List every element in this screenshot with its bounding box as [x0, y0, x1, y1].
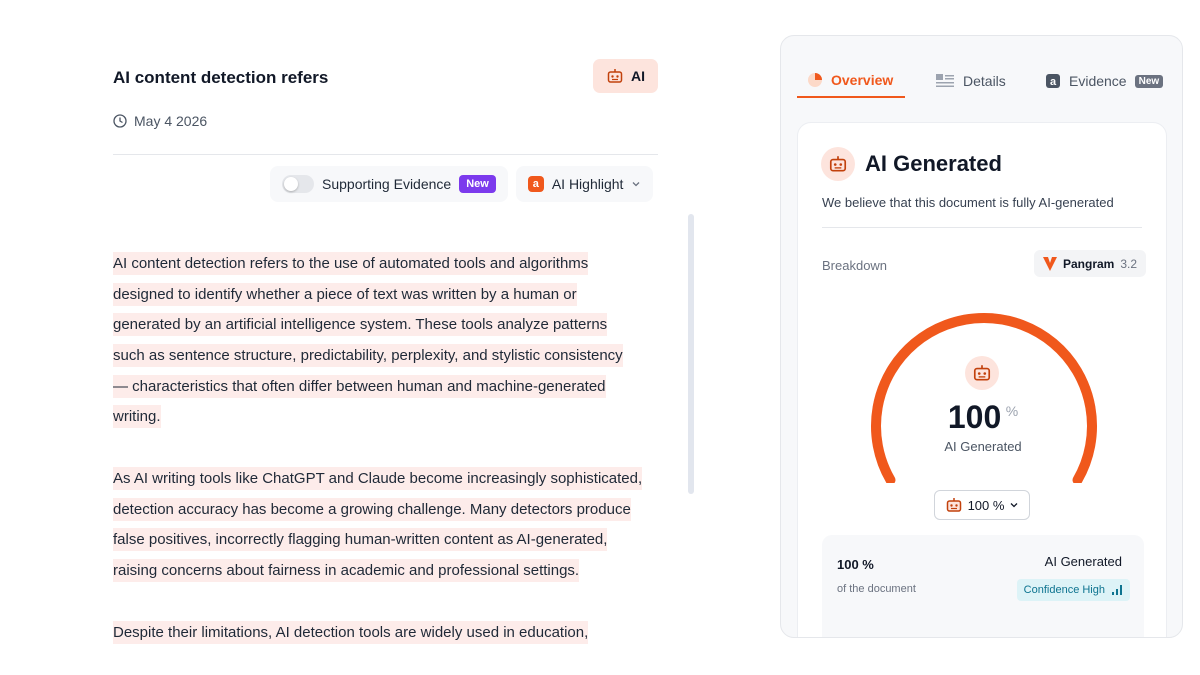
- document-pane: AI content detection refers AI May 4 202…: [113, 0, 694, 675]
- tab-overview[interactable]: Overview: [797, 64, 905, 98]
- header-divider: [113, 154, 658, 155]
- summary-percent: 100 %: [837, 557, 874, 572]
- result-header: AI Generated: [821, 147, 1002, 181]
- toggle-switch[interactable]: [282, 175, 314, 193]
- highlighted-line: Despite their limitations, AI detection …: [113, 620, 589, 644]
- signal-bars-icon: [1112, 585, 1122, 595]
- supporting-evidence-label: Supporting Evidence: [322, 176, 452, 192]
- summary-label: AI Generated: [1044, 554, 1122, 569]
- pangram-logo-icon: [1043, 256, 1057, 271]
- supporting-evidence-toggle[interactable]: Supporting Evidence New: [270, 166, 508, 202]
- robot-icon: [607, 69, 623, 83]
- gauge-value: 100 %: [798, 399, 1168, 436]
- gauge-unit: %: [1005, 403, 1019, 419]
- result-card: AI Generated We believe that this docume…: [797, 122, 1168, 637]
- ai-badge[interactable]: AI: [593, 59, 658, 93]
- robot-icon: [946, 498, 961, 512]
- highlighted-line: detection accuracy has become a growing …: [113, 497, 631, 521]
- model-badge: Pangram 3.2: [1034, 250, 1147, 277]
- summary-box: 100 % of the document AI Generated Confi…: [822, 535, 1144, 637]
- gauge-number: 100: [947, 399, 1002, 435]
- tab-overview-label: Overview: [831, 72, 894, 88]
- gauge-caption: AI Generated: [944, 439, 1022, 454]
- gauge-chart: [871, 313, 1097, 483]
- highlighted-line: generated by an artificial intelligence …: [113, 313, 608, 337]
- card-divider: [822, 227, 1142, 228]
- summary-percent-sub: of the document: [837, 583, 916, 595]
- robot-icon: [821, 147, 855, 181]
- date-text: May 4 2026: [134, 113, 208, 129]
- clock-icon: [113, 114, 127, 128]
- dropdown-value: 100 %: [967, 497, 1005, 513]
- ai-highlight-label: AI Highlight: [551, 176, 624, 192]
- highlighted-line: such as sentence structure, predictabili…: [113, 343, 623, 367]
- confidence-label: Confidence High: [1023, 584, 1105, 596]
- document-content: AI content detection refers to the use o…: [113, 248, 673, 675]
- paragraph: As AI writing tools like ChatGPT and Cla…: [113, 463, 673, 586]
- chevron-down-icon: [632, 182, 640, 187]
- tab-details-label: Details: [963, 73, 1006, 89]
- chevron-down-icon: [1010, 503, 1018, 508]
- document-title: AI content detection refers: [113, 68, 329, 87]
- tab-evidence-label: Evidence: [1069, 73, 1127, 89]
- gauge-robot-icon: [965, 356, 999, 390]
- highlighted-line: false positives, incorrectly flagging hu…: [113, 528, 608, 552]
- evidence-new-tag: New: [1134, 74, 1164, 88]
- highlighted-line: As AI writing tools like ChatGPT and Cla…: [113, 466, 643, 490]
- breakdown-label: Breakdown: [822, 258, 888, 273]
- highlighted-line: designed to identify whether a piece of …: [113, 282, 577, 306]
- highlighted-line: writing.: [113, 405, 161, 429]
- confidence-badge: Confidence High: [1016, 579, 1130, 601]
- details-icon: [936, 74, 954, 87]
- highlight-logo-icon: a: [527, 176, 544, 192]
- result-description: We believe that this document is fully A…: [822, 195, 1114, 210]
- ai-badge-label: AI: [631, 68, 645, 84]
- new-tag: New: [459, 175, 496, 193]
- evidence-icon: a: [1046, 74, 1060, 88]
- ai-highlight-dropdown[interactable]: a AI Highlight: [515, 166, 654, 202]
- panel-tabs: Overview Details a Evidence New: [797, 64, 1173, 98]
- percent-dropdown[interactable]: 100 %: [934, 490, 1030, 520]
- highlighted-line: raising concerns about fairness in acade…: [113, 559, 580, 583]
- model-version: 3.2: [1120, 256, 1138, 271]
- svg-text:a: a: [1050, 76, 1057, 88]
- result-title: AI Generated: [865, 151, 1002, 176]
- paragraph: AI content detection refers to the use o…: [113, 248, 673, 432]
- paragraph: Despite their limitations, AI detection …: [113, 617, 673, 648]
- highlighted-line: AI content detection refers to the use o…: [113, 251, 589, 275]
- results-panel: Overview Details a Evidence New AI Gener…: [780, 35, 1183, 638]
- tab-evidence[interactable]: a Evidence New: [1035, 64, 1173, 98]
- tab-details[interactable]: Details: [925, 64, 1035, 98]
- scrollbar[interactable]: [688, 214, 694, 494]
- document-date: May 4 2026: [113, 113, 207, 129]
- highlighted-line: — characteristics that often differ betw…: [113, 374, 606, 398]
- overview-icon: [808, 73, 822, 87]
- model-name: Pangram: [1063, 256, 1115, 271]
- document-toolbar: Supporting Evidence New a AI Highlight: [270, 166, 654, 202]
